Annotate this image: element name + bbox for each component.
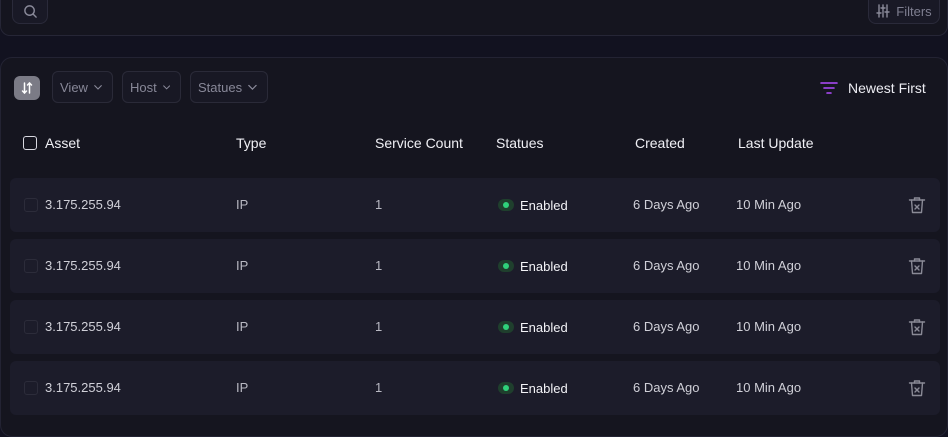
last-update-cell: 10 Min Ago <box>736 319 802 334</box>
status-dot-icon <box>498 199 514 211</box>
asset-cell: 3.175.255.94 <box>45 197 121 212</box>
statues-dropdown[interactable]: Statues <box>190 71 268 103</box>
service-count-cell: 1 <box>375 258 383 273</box>
sort-toggle-icon <box>21 81 33 95</box>
statues-dropdown-label: Statues <box>198 79 243 95</box>
sliders-icon <box>876 4 890 18</box>
column-header-statues[interactable]: Statues <box>496 134 543 152</box>
row-checkbox[interactable] <box>24 198 38 212</box>
chevron-down-icon <box>94 84 102 90</box>
service-count-cell: 1 <box>375 319 383 334</box>
type-cell: IP <box>236 319 249 334</box>
top-toolbar: Filters <box>0 0 948 36</box>
view-dropdown[interactable]: View <box>52 71 113 103</box>
search-button[interactable] <box>12 0 48 24</box>
sort-lines-icon <box>820 82 838 94</box>
host-dropdown[interactable]: Host <box>122 71 181 103</box>
service-count-cell: 1 <box>375 197 383 212</box>
table-row[interactable]: 3.175.255.94 IP 1 Enabled 6 Days Ago 10 … <box>10 300 940 354</box>
status-dot-icon <box>498 321 514 333</box>
status-dot-icon <box>498 382 514 394</box>
filters-button[interactable]: Filters <box>868 0 940 24</box>
type-cell: IP <box>236 380 249 395</box>
created-cell: 6 Days Ago <box>633 380 700 395</box>
sort-order-label: Newest First <box>848 80 926 96</box>
search-icon <box>23 4 37 18</box>
status-label: Enabled <box>520 258 568 274</box>
trash-icon[interactable] <box>907 378 927 398</box>
created-cell: 6 Days Ago <box>633 197 700 212</box>
sort-order-control[interactable]: Newest First <box>820 78 926 98</box>
last-update-cell: 10 Min Ago <box>736 380 802 395</box>
created-cell: 6 Days Ago <box>633 319 700 334</box>
row-checkbox[interactable] <box>24 381 38 395</box>
column-header-service-count[interactable]: Service Count <box>375 134 463 152</box>
asset-cell: 3.175.255.94 <box>45 258 121 273</box>
status-label: Enabled <box>520 197 568 213</box>
row-checkbox[interactable] <box>24 320 38 334</box>
last-update-cell: 10 Min Ago <box>736 258 802 273</box>
table-row[interactable]: 3.175.255.94 IP 1 Enabled 6 Days Ago 10 … <box>10 361 940 415</box>
last-update-cell: 10 Min Ago <box>736 197 802 212</box>
chevron-down-icon <box>162 84 170 90</box>
asset-cell: 3.175.255.94 <box>45 319 121 334</box>
column-header-type[interactable]: Type <box>236 134 266 152</box>
status-badge: Enabled <box>498 257 568 275</box>
service-count-cell: 1 <box>375 380 383 395</box>
status-dot-icon <box>498 260 514 272</box>
table-row[interactable]: 3.175.255.94 IP 1 Enabled 6 Days Ago 10 … <box>10 178 940 232</box>
created-cell: 6 Days Ago <box>633 258 700 273</box>
status-badge: Enabled <box>498 379 568 397</box>
status-label: Enabled <box>520 380 568 396</box>
row-checkbox[interactable] <box>24 259 38 273</box>
host-dropdown-label: Host <box>130 79 157 95</box>
column-header-asset[interactable]: Asset <box>45 134 80 152</box>
filters-label: Filters <box>896 3 932 19</box>
table-row[interactable]: 3.175.255.94 IP 1 Enabled 6 Days Ago 10 … <box>10 239 940 293</box>
trash-icon[interactable] <box>907 195 927 215</box>
type-cell: IP <box>236 197 249 212</box>
select-all-checkbox[interactable] <box>23 136 37 150</box>
trash-icon[interactable] <box>907 317 927 337</box>
trash-icon[interactable] <box>907 256 927 276</box>
view-dropdown-label: View <box>60 79 88 95</box>
column-header-created[interactable]: Created <box>635 134 685 152</box>
asset-cell: 3.175.255.94 <box>45 380 121 395</box>
type-cell: IP <box>236 258 249 273</box>
sort-toggle-button[interactable] <box>14 76 40 100</box>
chevron-down-icon <box>248 84 257 90</box>
status-label: Enabled <box>520 319 568 335</box>
column-header-last-update[interactable]: Last Update <box>738 134 814 152</box>
status-badge: Enabled <box>498 196 568 214</box>
status-badge: Enabled <box>498 318 568 336</box>
